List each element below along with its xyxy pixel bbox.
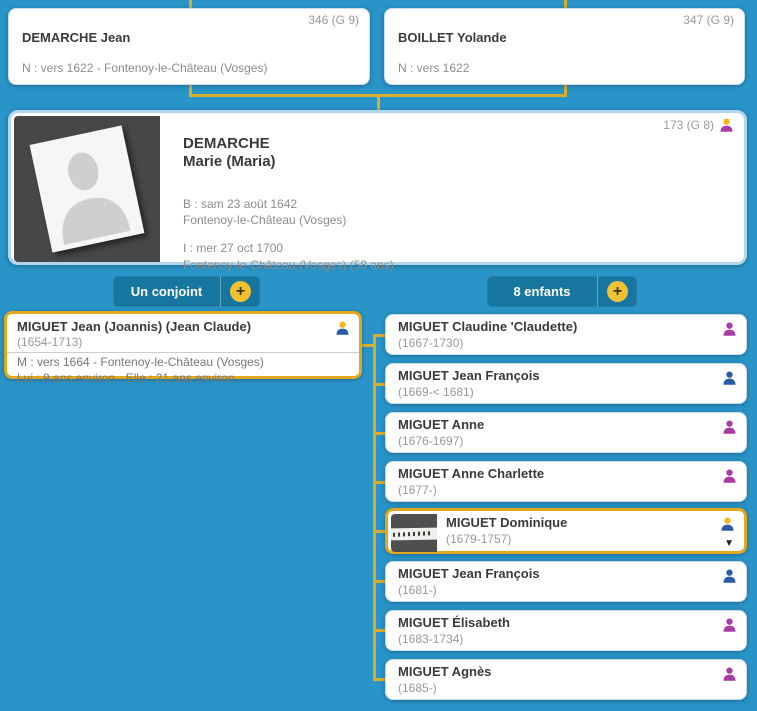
person-icon xyxy=(722,617,737,633)
child-name: MIGUET Anne xyxy=(398,417,712,432)
person-ref-text: 173 (G 8) xyxy=(663,118,714,132)
child-name: MIGUET Claudine 'Claudette) xyxy=(398,319,712,334)
spouse-dates: (1654-1713) xyxy=(17,335,349,349)
person-icon xyxy=(722,419,737,435)
person-icon xyxy=(722,468,737,484)
child-dates: (1677-) xyxy=(398,483,712,497)
connector-child-stub xyxy=(373,334,385,337)
child-card[interactable]: MIGUET Agnès (1685-) xyxy=(385,659,747,700)
child-name: MIGUET Élisabeth xyxy=(398,615,712,630)
child-name: MIGUET Anne Charlette xyxy=(398,466,712,481)
person-icon xyxy=(722,370,737,386)
signature-snippet xyxy=(391,528,437,541)
person-icon xyxy=(720,516,735,532)
spouse-section-button[interactable]: Un conjoint + xyxy=(113,276,260,307)
add-spouse-button[interactable]: + xyxy=(230,281,251,302)
person-ref: 347 (G 9) xyxy=(683,13,734,27)
add-child-button[interactable]: + xyxy=(607,281,628,302)
person-photo-placeholder[interactable] xyxy=(14,116,160,262)
child-name: MIGUET Jean François xyxy=(398,566,712,581)
marriage-ages: Lui : 9 ans environ - Elle : 21 ans envi… xyxy=(17,371,349,387)
connector-child-stub xyxy=(373,432,385,435)
marriage-detail: M : vers 1664 - Fontenoy-le-Château (Vos… xyxy=(17,355,349,371)
child-card[interactable]: MIGUET Jean François (1681-) xyxy=(385,561,747,602)
child-card[interactable]: MIGUET Jean François (1669-< 1681) xyxy=(385,363,747,404)
child-photo-thumbnail[interactable] xyxy=(391,514,437,552)
person-birth-detail: N : vers 1622 xyxy=(398,61,469,75)
child-name: MIGUET Dominique xyxy=(446,515,710,530)
person-icon xyxy=(722,666,737,682)
connector-to-main xyxy=(377,97,380,110)
child-name: MIGUET Agnès xyxy=(398,664,712,679)
spouse-name: MIGUET Jean (Joannis) (Jean Claude) xyxy=(17,319,349,334)
connector-child-stub xyxy=(373,678,385,681)
person-silhouette-icon xyxy=(36,133,139,246)
birth-date: B : sam 23 août 1642 xyxy=(183,196,394,212)
person-birth-detail: N : vers 1622 - Fontenoy-le-Château (Vos… xyxy=(22,61,267,75)
child-card[interactable]: MIGUET Anne (1676-1697) xyxy=(385,412,747,453)
ancestor-card-mother[interactable]: 347 (G 9) BOILLET Yolande N : vers 1622 xyxy=(384,8,745,85)
child-card[interactable]: MIGUET Claudine 'Claudette) (1667-1730) xyxy=(385,314,747,355)
connector-father-up xyxy=(189,0,192,8)
connector-child-stub xyxy=(373,481,385,484)
death-date: I : mer 27 oct 1700 xyxy=(183,240,394,256)
child-dates: (1683-1734) xyxy=(398,632,712,646)
child-dates: (1681-) xyxy=(398,583,712,597)
main-person-card[interactable]: 173 (G 8) DEMARCHE Marie (Maria) B : sam… xyxy=(8,110,747,265)
child-dates: (1669-< 1681) xyxy=(398,385,712,399)
main-person-name: DEMARCHE Marie (Maria) xyxy=(183,135,276,171)
child-dates: (1685-) xyxy=(398,681,712,695)
children-section-label: 8 enfants xyxy=(487,284,597,299)
child-card[interactable]: MIGUET Anne Charlette (1677-) xyxy=(385,461,747,502)
polaroid-frame xyxy=(30,125,145,252)
spouse-section-label: Un conjoint xyxy=(113,284,220,299)
children-section-button[interactable]: 8 enfants + xyxy=(487,276,637,307)
death-place: Fontenoy-le-Château (Vosges) (58 ans) xyxy=(183,257,394,273)
birth-place: Fontenoy-le-Château (Vosges) xyxy=(183,212,394,228)
child-dates: (1679-1757) xyxy=(446,532,710,546)
spouse-card[interactable]: MIGUET Jean (Joannis) (Jean Claude) (165… xyxy=(4,311,362,379)
child-dates: (1667-1730) xyxy=(398,336,712,350)
person-icon xyxy=(719,117,734,133)
person-ref: 346 (G 9) xyxy=(308,13,359,27)
connector-child-stub xyxy=(373,580,385,583)
button-divider xyxy=(220,276,221,307)
person-icon xyxy=(722,321,737,337)
person-name: DEMARCHE Jean xyxy=(22,30,130,45)
person-icon xyxy=(335,320,350,336)
child-dates: (1676-1697) xyxy=(398,434,712,448)
child-name: MIGUET Jean François xyxy=(398,368,712,383)
main-person-surname: DEMARCHE xyxy=(183,135,276,153)
child-card-selected[interactable]: MIGUET Dominique (1679-1757) ▼ xyxy=(385,508,747,554)
child-card[interactable]: MIGUET Élisabeth (1683-1734) xyxy=(385,610,747,651)
ancestor-card-father[interactable]: 346 (G 9) DEMARCHE Jean N : vers 1622 - … xyxy=(8,8,370,85)
main-person-firstname: Marie (Maria) xyxy=(183,153,276,171)
main-person-details: B : sam 23 août 1642 Fontenoy-le-Château… xyxy=(183,196,394,273)
chevron-down-icon[interactable]: ▼ xyxy=(724,538,734,550)
connector-mother-up xyxy=(564,0,567,8)
person-name: BOILLET Yolande xyxy=(398,30,507,45)
connector-child-stub xyxy=(373,383,385,386)
connector-child-stub xyxy=(373,629,385,632)
button-divider xyxy=(597,276,598,307)
person-icon xyxy=(722,568,737,584)
person-ref: 173 (G 8) xyxy=(663,117,734,133)
connector-child-stub xyxy=(373,530,385,533)
